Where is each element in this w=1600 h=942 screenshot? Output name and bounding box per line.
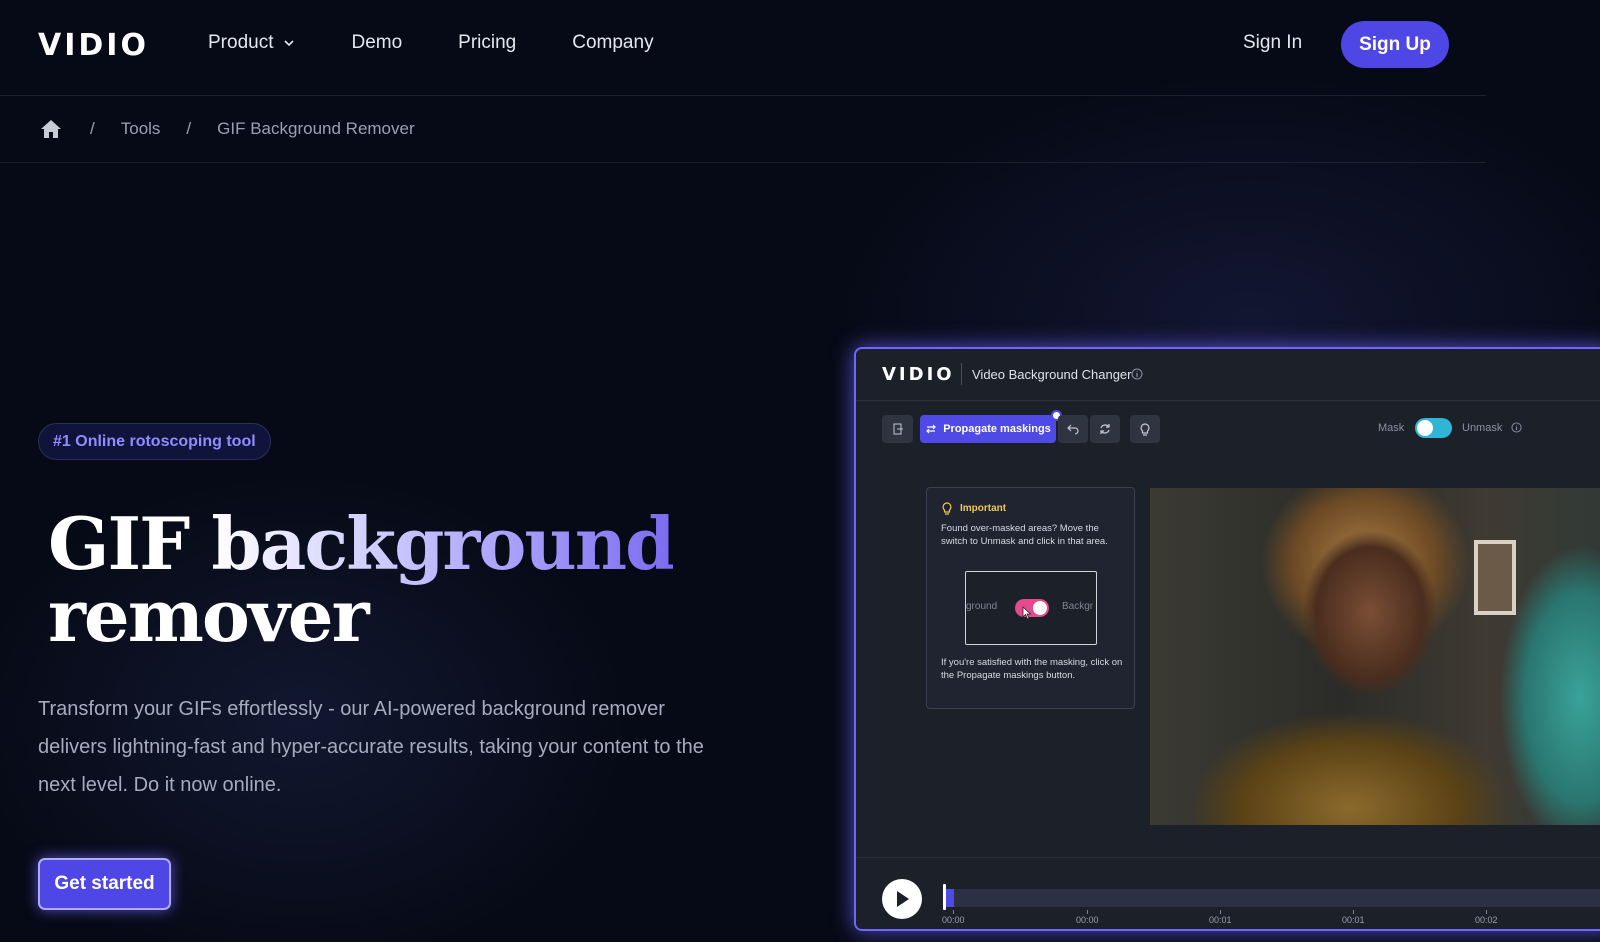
refresh-icon: [1100, 424, 1110, 434]
play-icon: [897, 891, 909, 907]
main-nav: Product Demo Pricing Company: [208, 32, 710, 54]
sign-up-button[interactable]: Sign Up: [1341, 21, 1449, 68]
timeline-tick: [1220, 910, 1221, 914]
preview-right-label: Backgr: [1062, 601, 1094, 612]
timeline-label: 00:01: [1342, 915, 1365, 925]
nav-product[interactable]: Product: [208, 32, 295, 54]
preview-toggle-knob: [1033, 601, 1047, 615]
timeline-tick: [953, 910, 954, 914]
timeline-tick: [1486, 910, 1487, 914]
get-started-button[interactable]: Get started: [38, 858, 171, 910]
timeline-label: 00:00: [942, 915, 965, 925]
propagate-maskings-button[interactable]: Propagate maskings: [920, 415, 1056, 443]
toggle-preview: ground Backgr: [965, 571, 1097, 645]
chevron-down-icon: [284, 40, 295, 47]
timeline-tick: [1353, 910, 1354, 914]
timeline-tick: [1087, 910, 1088, 914]
sign-in-link[interactable]: Sign In: [1243, 32, 1302, 54]
home-icon[interactable]: [40, 119, 62, 139]
hero-title: GIF background remover: [48, 508, 675, 658]
hint-button[interactable]: [1130, 415, 1160, 443]
timeline: 00:00 00:00 00:01 00:01 00:02: [856, 857, 1600, 929]
breadcrumb-separator: /: [186, 119, 192, 138]
lightbulb-icon: [1140, 422, 1150, 436]
wall-picture: [1474, 540, 1516, 615]
propagate-label: Propagate maskings: [943, 423, 1051, 435]
hero-title-line2: remover: [48, 573, 370, 658]
cursor-icon: [1022, 606, 1032, 620]
card-heading: Important: [941, 502, 1006, 515]
swap-arrows-icon: [926, 424, 937, 434]
nav-demo[interactable]: Demo: [351, 32, 402, 54]
unmask-label: Unmask: [1462, 422, 1503, 434]
timeline-track[interactable]: [944, 889, 1600, 907]
app-header: VIDIO Video Background Changer: [856, 349, 1600, 401]
nav-product-label: Product: [208, 32, 274, 53]
undo-button[interactable]: [1058, 415, 1088, 443]
rotoscoping-badge: #1 Online rotoscoping tool: [38, 423, 271, 460]
timeline-label: 00:01: [1209, 915, 1232, 925]
app-title: Video Background Changer: [972, 367, 1132, 382]
app-logo: VIDIO: [882, 364, 955, 385]
lightbulb-icon: [942, 502, 952, 515]
app-header-divider: [961, 363, 962, 385]
breadcrumb-current: GIF Background Remover: [217, 119, 415, 138]
preview-toggle: [1015, 599, 1049, 617]
breadcrumb-tools[interactable]: Tools: [121, 119, 161, 139]
timeline-label: 00:00: [1076, 915, 1099, 925]
mask-unmask-toggle[interactable]: [1415, 418, 1452, 438]
timeline-playhead[interactable]: [943, 884, 946, 910]
hero-description: Transform your GIFs effortlessly - our A…: [38, 698, 704, 796]
video-preview-frame[interactable]: [1150, 488, 1600, 825]
info-icon[interactable]: [1131, 368, 1143, 380]
nav-pricing[interactable]: Pricing: [458, 32, 516, 54]
refresh-button[interactable]: [1090, 415, 1120, 443]
site-header: VIDIO Product Demo Pricing Company Sign …: [0, 0, 1486, 96]
nav-company[interactable]: Company: [572, 32, 653, 54]
card-instruction: Found over-masked areas? Move the switch…: [941, 523, 1108, 547]
toggle-knob: [1417, 420, 1433, 436]
breadcrumb: / Tools / GIF Background Remover: [0, 96, 1486, 163]
breadcrumb-separator: /: [90, 119, 95, 138]
preview-left-label: ground: [966, 601, 998, 612]
export-button[interactable]: [882, 415, 913, 443]
card-heading-text: Important: [960, 503, 1007, 514]
timeline-label: 00:02: [1475, 915, 1498, 925]
undo-icon: [1067, 424, 1079, 435]
export-icon: [893, 423, 903, 435]
info-icon[interactable]: [1511, 422, 1522, 433]
vidio-logo[interactable]: VIDIO: [38, 28, 149, 63]
important-tip-card: Important Found over-masked areas? Move …: [926, 487, 1135, 709]
mask-label: Mask: [1378, 422, 1405, 434]
play-button[interactable]: [882, 879, 922, 919]
card-footnote: If you're satisfied with the masking, cl…: [941, 657, 1123, 681]
app-preview-window: VIDIO Video Background Changer Propagate…: [854, 347, 1600, 931]
